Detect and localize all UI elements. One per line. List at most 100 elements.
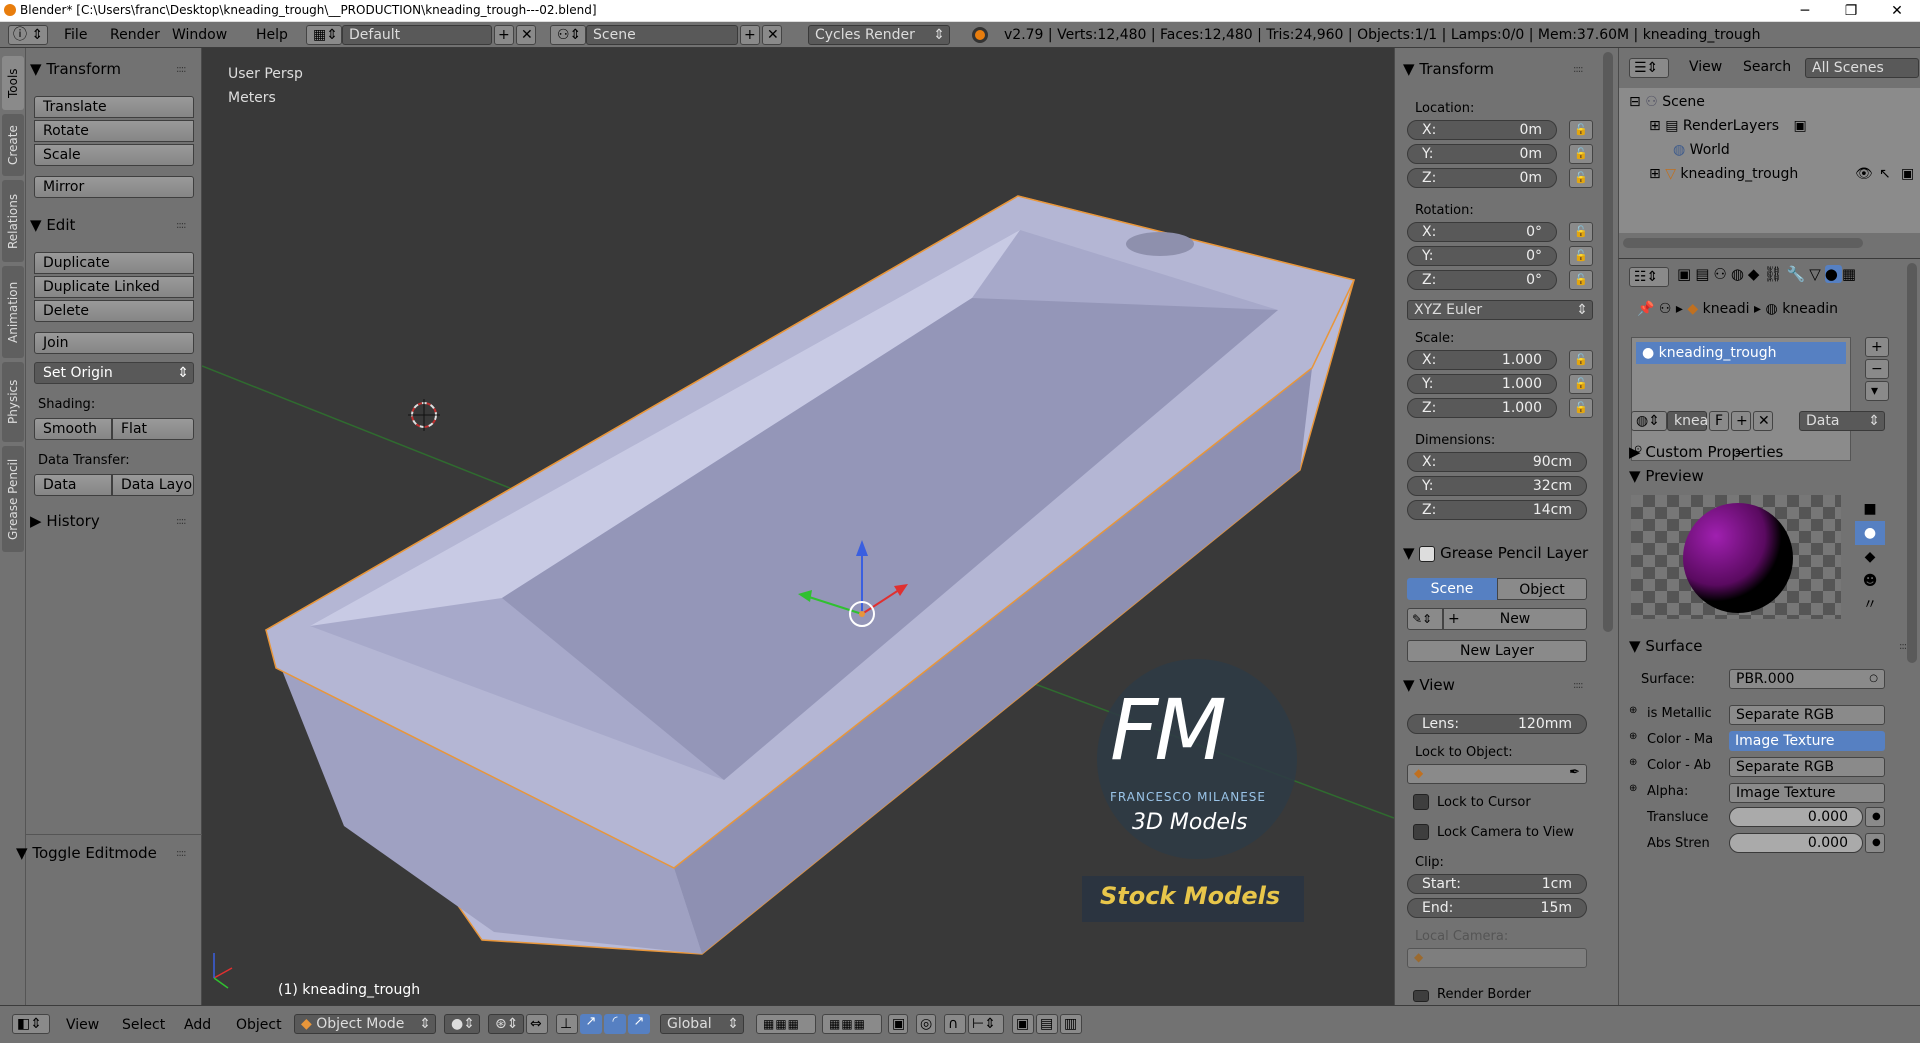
scale-button[interactable]: Scale [34,144,194,166]
outliner-menu-view[interactable]: View [1689,54,1722,80]
material-link-dropdown[interactable]: Data ⇕ [1799,411,1885,431]
scene-tab-icon[interactable]: ⚇ [1713,265,1730,283]
scale-y-field[interactable]: Y: 1.000 [1407,374,1557,394]
drag-handle-icon[interactable]: :::: [176,848,187,859]
outliner-horizontal-scrollbar[interactable] [1623,238,1863,248]
menu-file[interactable]: File [64,22,87,48]
scale-manipulator-button[interactable]: ◜ [604,1014,626,1034]
snap-toggle[interactable]: ∩ [944,1014,966,1034]
material-specials-button[interactable]: ▾ [1865,381,1889,401]
fake-user-button[interactable]: F [1709,411,1729,431]
toggle-editmode-panel-header[interactable]: ▼ Toggle Editmode [16,842,157,864]
world-tab-icon[interactable]: ◍ [1731,265,1748,283]
gp-scene-toggle[interactable]: Scene [1407,578,1497,600]
constraints-tab-icon[interactable]: ⛓ [1763,265,1786,283]
menu-window[interactable]: Window [172,22,227,48]
unlink-material-button[interactable]: ✕ [1753,411,1773,431]
lock-location-z-icon[interactable]: 🔓 [1569,168,1593,188]
expand-input-icon[interactable]: ⊕ [1629,705,1637,716]
selectable-cursor-icon[interactable]: ↖ [1879,166,1891,182]
render-tab-icon[interactable]: ▣ [1677,265,1695,283]
texture-tab-icon[interactable]: ▦ [1842,265,1860,283]
visibility-eye-icon[interactable]: 👁 [1855,166,1873,182]
transform-manipulator-button[interactable]: ↗ [628,1014,650,1034]
outliner-item-renderlayers[interactable]: ⊞ ▤ RenderLayers ▣ [1649,118,1807,134]
preview-cube-icon[interactable]: ◆ [1855,545,1885,569]
lock-rotation-z-icon[interactable]: 🔓 [1569,270,1593,290]
location-y-field[interactable]: Y: 0m [1407,144,1557,164]
render-icon[interactable]: ▣ [1794,118,1807,134]
tab-create[interactable]: Create [2,114,24,176]
outliner-item-kneading-trough[interactable]: ⊞ ▽ kneading_trough [1649,166,1798,182]
layout-name-field[interactable]: Default [342,25,492,45]
rotate-button[interactable]: Rotate [34,120,194,142]
lock-location-y-icon[interactable]: 🔓 [1569,144,1593,164]
layers-grid-2[interactable]: ▦▦▦ [822,1014,882,1034]
gp-new-layer-button[interactable]: New Layer [1407,640,1587,662]
scene-selector-button[interactable]: ⚇⇕ [550,25,586,45]
surface-panel-header[interactable]: ▼ Surface [1629,635,1702,657]
abs-strength-slider[interactable]: 0.000 [1729,833,1863,853]
tab-animation[interactable]: Animation [2,266,24,358]
expand-input-icon[interactable]: ⊕ [1629,731,1637,742]
preview-type-buttons[interactable]: ■ ● ◆ ☻ 〃 [1855,497,1885,625]
rotate-manipulator-button[interactable]: ↗ [580,1014,602,1034]
lock-scale-z-icon[interactable]: 🔓 [1569,398,1593,418]
layers-grid-1[interactable]: ▦▦▦ [756,1014,816,1034]
eyedropper-icon[interactable]: ✒ [1569,765,1580,780]
pin-icon[interactable]: 📌 [1637,301,1654,317]
input-alpha[interactable]: Image Texture [1729,783,1885,803]
editor-type-properties-button[interactable]: ☷⇕ [1629,267,1669,287]
material-slot-item[interactable]: ● kneading_trough [1636,342,1846,364]
menu-render[interactable]: Render [110,22,160,48]
render-border-checkbox[interactable] [1413,990,1429,1002]
lock-rotation-y-icon[interactable]: 🔓 [1569,246,1593,266]
menu-help[interactable]: Help [256,22,288,48]
properties-scrollbar[interactable] [1907,263,1917,663]
data-tab-icon[interactable]: ▽ [1809,265,1825,283]
scene-name-field[interactable]: Scene [586,25,738,45]
expand-input-icon[interactable]: ⊕ [1629,783,1637,794]
lock-camera-checkbox[interactable] [1413,824,1429,840]
menu-select[interactable]: Select [122,1012,165,1038]
input-link-button[interactable]: ● [1865,807,1885,827]
remove-scene-button[interactable]: ✕ [762,25,782,45]
panel-scrollbar[interactable] [1603,52,1613,632]
properties-context-tabs[interactable]: ▣▤⚇◍◆⛓🔧▽●▦ [1677,265,1860,283]
renderlayer-tab-icon[interactable]: ▤ [1695,265,1713,283]
new-material-button[interactable]: + [1731,411,1751,431]
flat-shading-button[interactable]: Flat [112,418,194,440]
renderable-camera-icon[interactable]: ▣ [1901,166,1914,182]
preview-plane-icon[interactable]: ■ [1855,497,1885,521]
add-scene-button[interactable]: + [740,25,760,45]
rotation-y-field[interactable]: Y: 0° [1407,246,1557,266]
modifiers-tab-icon[interactable]: 🔧 [1787,265,1810,283]
opengl-render-animation-button[interactable]: ▤ [1036,1014,1058,1034]
editor-type-3dview-button[interactable]: ◧⇕ [12,1014,50,1034]
add-material-slot-button[interactable]: + [1865,337,1889,357]
outliner-item-world[interactable]: ◍ World [1673,142,1730,158]
material-name-field[interactable]: knea [1667,411,1708,431]
join-button[interactable]: Join [34,332,194,354]
custom-properties-header[interactable]: ▶ Custom Properties [1629,441,1783,463]
translate-button[interactable]: Translate [34,96,194,118]
transform-panel-header[interactable]: ▼ Transform [30,58,121,80]
translate-manipulator-button[interactable]: ⊥ [556,1014,578,1034]
duplicate-linked-button[interactable]: Duplicate Linked [34,276,194,298]
drag-handle-icon[interactable]: :::: [176,516,187,527]
dimension-y-field[interactable]: Y: 32cm [1407,476,1587,496]
lock-location-x-icon[interactable]: 🔓 [1569,120,1593,140]
outliner-display-filter[interactable]: All Scenes [1805,58,1919,78]
data-layout-button[interactable]: Data Layo [112,474,194,496]
gp-new-button[interactable]: + New [1443,608,1587,630]
gp-object-toggle[interactable]: Object [1497,578,1587,600]
duplicate-button[interactable]: Duplicate [34,252,194,274]
layout-selector-button[interactable]: ▦⇕ [306,25,342,45]
lock-object-field[interactable]: ◆ ✒ [1407,764,1587,784]
minimize-button[interactable]: ─ [1782,0,1828,22]
smooth-shading-button[interactable]: Smooth [34,418,112,440]
tab-relations[interactable]: Relations [2,180,24,262]
tab-physics[interactable]: Physics [2,362,24,442]
opengl-render-image-button[interactable]: ▣ [1012,1014,1034,1034]
translucence-slider[interactable]: 0.000 [1729,807,1863,827]
